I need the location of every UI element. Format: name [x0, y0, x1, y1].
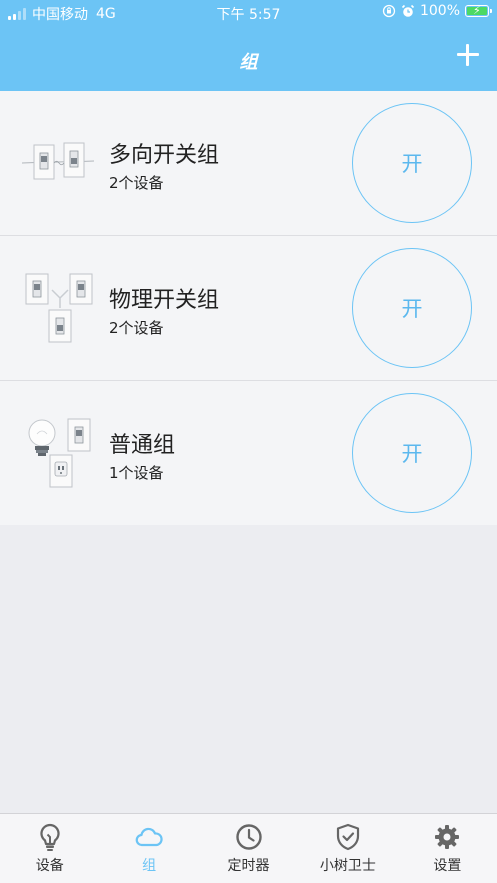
tab-settings[interactable]: 设置	[398, 814, 497, 883]
group-on-button[interactable]: 开	[352, 248, 472, 368]
group-name: 物理开关组	[109, 288, 220, 313]
group-row[interactable]: 多向开关组 2个设备 开	[0, 91, 497, 236]
cloud-icon	[135, 827, 163, 847]
lightbulb-icon	[40, 823, 60, 851]
group-on-button[interactable]: 开	[352, 393, 472, 513]
group-row[interactable]: 物理开关组 2个设备 开	[0, 236, 497, 381]
tab-label: 组	[142, 858, 157, 874]
page-title: 组	[239, 52, 258, 73]
group-name: 多向开关组	[109, 143, 220, 168]
gear-icon	[435, 825, 460, 849]
group-name: 普通组	[109, 433, 176, 458]
tab-label: 定时器	[227, 858, 270, 874]
status-right: 100% ⚡	[382, 3, 492, 19]
tab-label: 小树卫士	[319, 858, 376, 874]
orientation-lock-icon	[382, 4, 396, 18]
group-device-count: 2个设备	[109, 174, 164, 192]
tab-timer[interactable]: 定时器	[199, 814, 298, 883]
tab-groups[interactable]: 组	[99, 814, 198, 883]
physical-switch-thumb	[25, 273, 93, 343]
bulb-switch-socket-thumb	[28, 418, 91, 488]
group-list: 多向开关组 2个设备 开 物理开关组 2个设备 开 普通组 1个设备 开	[0, 91, 497, 525]
clock-icon	[235, 824, 262, 850]
tab-guard[interactable]: 小树卫士	[298, 814, 397, 883]
group-device-count: 2个设备	[109, 319, 164, 337]
alarm-icon	[401, 4, 415, 17]
multi-way-switch-thumb	[22, 142, 95, 180]
shield-check-icon	[336, 823, 360, 851]
battery-icon: ⚡	[465, 4, 492, 17]
app-header: 中国移动 4G 下午 5:57 100% ⚡ 组	[0, 0, 497, 91]
group-device-count: 1个设备	[109, 464, 164, 482]
add-group-button[interactable]	[453, 40, 483, 70]
battery-percent: 100%	[419, 3, 460, 19]
tab-label: 设置	[433, 858, 462, 874]
group-row[interactable]: 普通组 1个设备 开	[0, 381, 497, 525]
tab-devices[interactable]: 设备	[0, 814, 99, 883]
tab-label: 设备	[35, 858, 64, 874]
status-bar: 中国移动 4G 下午 5:57 100% ⚡	[0, 0, 497, 26]
tab-bar: 设备 组 定时器 小树卫士 设置	[0, 813, 497, 883]
group-on-button[interactable]: 开	[352, 103, 472, 223]
